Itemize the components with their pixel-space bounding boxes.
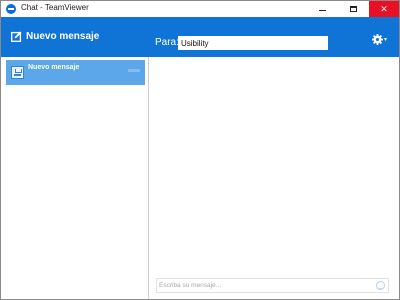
minimize-icon — [318, 9, 326, 11]
conversation-item-new-message[interactable]: Nuevo mensaje — [6, 60, 145, 85]
message-area — [150, 57, 399, 299]
emoji-icon[interactable] — [376, 281, 385, 290]
chevron-down-icon: ▾ — [384, 37, 388, 43]
window-title: Chat - TeamViewer — [21, 3, 89, 12]
recipient-input[interactable] — [178, 36, 328, 50]
close-icon: ✕ — [380, 3, 388, 14]
conversation-meta — [128, 69, 140, 72]
compose-icon — [11, 31, 22, 42]
message-input[interactable] — [159, 280, 369, 291]
teamviewer-icon — [6, 4, 16, 14]
to-label: Para: — [155, 37, 179, 48]
new-message-button[interactable]: Nuevo mensaje — [11, 31, 99, 42]
maximize-icon — [349, 6, 357, 12]
chat-header: Nuevo mensaje Para: ▾ — [1, 17, 399, 57]
conversation-list: Nuevo mensaje — [1, 57, 149, 299]
chat-window: Chat - TeamViewer ✕ Nuevo mensaje Para: — [0, 0, 400, 300]
gear-icon — [372, 34, 383, 45]
conversation-item-label: Nuevo mensaje — [28, 64, 80, 71]
minimize-button[interactable] — [311, 1, 333, 17]
close-button[interactable]: ✕ — [369, 1, 399, 17]
new-message-label: Nuevo mensaje — [26, 31, 100, 42]
settings-menu-button[interactable]: ▾ — [372, 34, 387, 45]
maximize-button[interactable] — [342, 1, 364, 17]
compose-box — [156, 278, 389, 293]
group-avatar-icon — [11, 66, 24, 79]
title-bar: Chat - TeamViewer ✕ — [1, 1, 399, 17]
